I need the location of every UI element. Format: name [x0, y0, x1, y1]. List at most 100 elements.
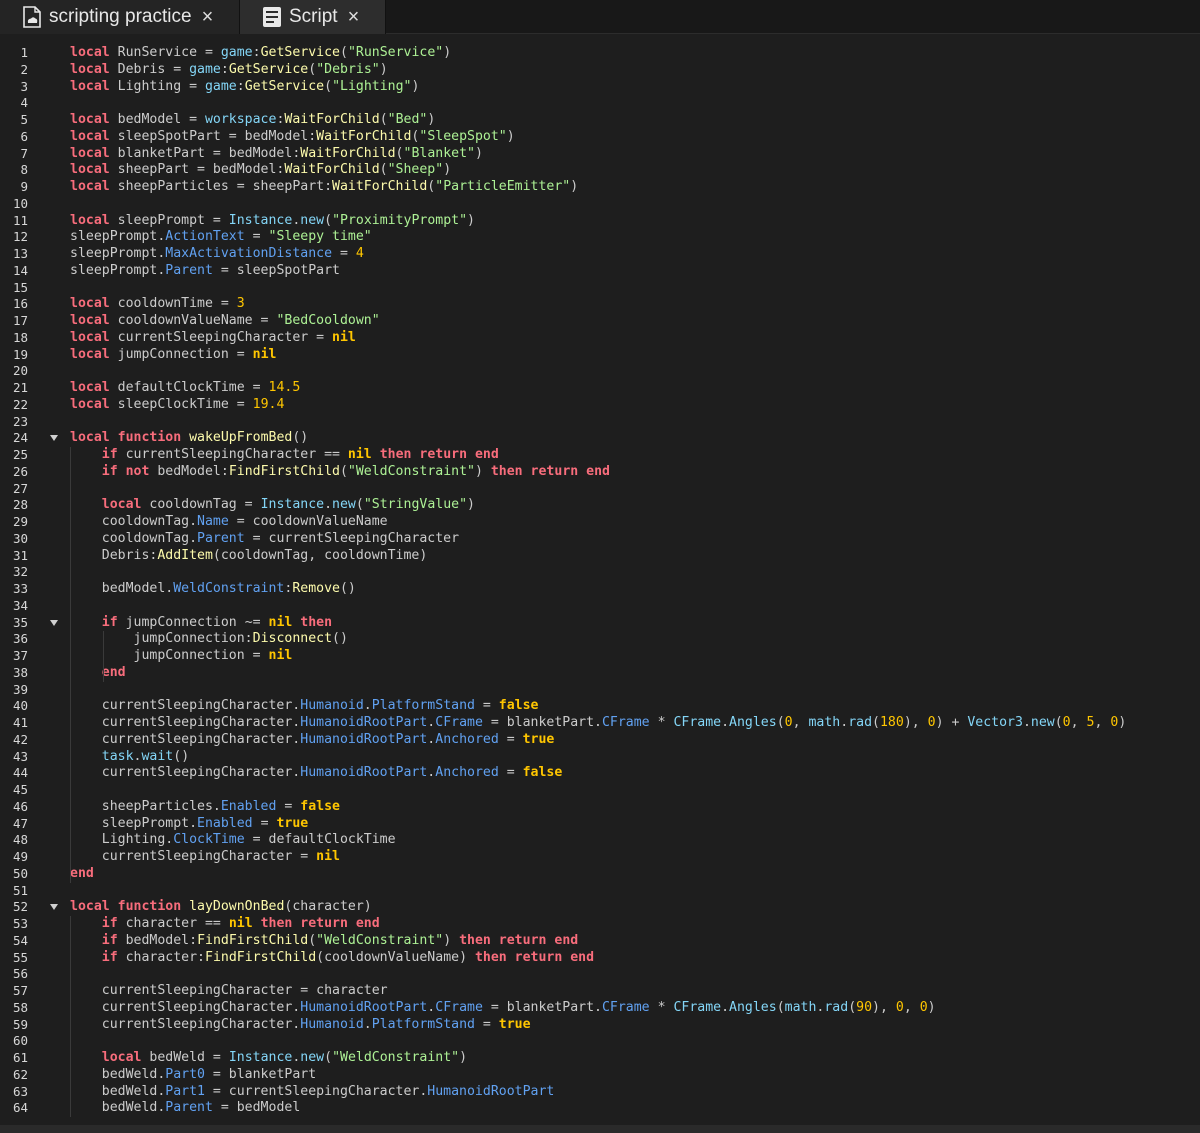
- line-number: 38: [12, 664, 28, 680]
- line-number: 12: [12, 229, 28, 245]
- code-token: local: [70, 380, 110, 395]
- code-line[interactable]: local cooldownValueName = "BedCooldown": [70, 313, 380, 330]
- code-token: math: [784, 999, 817, 1015]
- code-line[interactable]: currentSleepingCharacter.HumanoidRootPar…: [70, 765, 563, 782]
- code-line[interactable]: sleepPrompt.Parent = sleepSpotPart: [70, 263, 340, 280]
- code-line[interactable]: sheepParticles.Enabled = false: [70, 799, 340, 816]
- line-number: 59: [12, 1016, 28, 1032]
- line-number: 52: [12, 899, 28, 915]
- code-line[interactable]: local defaultClockTime = 14.5: [70, 380, 300, 397]
- fold-toggle-icon[interactable]: [50, 904, 58, 911]
- code-token: Instance: [260, 497, 325, 513]
- code-line[interactable]: local Lighting = game:GetService("Lighti…: [70, 79, 419, 96]
- code-line[interactable]: currentSleepingCharacter.HumanoidRootPar…: [70, 1000, 936, 1017]
- code-line[interactable]: local sheepPart = bedModel:WaitForChild(…: [70, 162, 451, 179]
- line-number: 30: [12, 530, 28, 546]
- code-line[interactable]: end: [70, 665, 126, 682]
- code-token: (: [324, 1050, 333, 1065]
- code-token: cooldownTime =: [109, 296, 237, 312]
- code-line[interactable]: Lighting.ClockTime = defaultClockTime: [70, 832, 396, 849]
- line-number: 8: [20, 162, 28, 178]
- code-line[interactable]: sleepPrompt.MaxActivationDistance = 4: [70, 246, 364, 263]
- code-token: ): [467, 497, 475, 513]
- fold-toggle-icon[interactable]: [50, 619, 58, 626]
- line-number: 10: [12, 195, 28, 211]
- code-token: wakeUpFromBed: [189, 430, 293, 446]
- code-line[interactable]: local cooldownTag = Instance.new("String…: [70, 497, 475, 514]
- close-icon[interactable]: ×: [202, 6, 214, 29]
- code-line[interactable]: local bedModel = workspace:WaitForChild(…: [70, 112, 435, 129]
- code-line[interactable]: currentSleepingCharacter.Humanoid.Platfo…: [70, 698, 539, 715]
- code-line[interactable]: cooldownTag.Parent = currentSleepingChar…: [70, 531, 459, 548]
- code-line[interactable]: local currentSleepingCharacter = nil: [70, 330, 356, 347]
- code-token: local: [70, 128, 110, 144]
- code-line[interactable]: sleepPrompt.Enabled = true: [70, 816, 308, 833]
- code-line[interactable]: end: [70, 866, 94, 883]
- fold-toggle-icon[interactable]: [50, 435, 58, 442]
- code-line[interactable]: local sleepSpotPart = bedModel:WaitForCh…: [70, 129, 515, 146]
- code-line[interactable]: jumpConnection:Disconnect(): [70, 631, 348, 648]
- code-line[interactable]: local bedWeld = Instance.new("WeldConstr…: [70, 1050, 467, 1067]
- code-line[interactable]: if not bedModel:FindFirstChild("WeldCons…: [70, 464, 610, 481]
- code-token: 3: [236, 296, 245, 312]
- line-number: 16: [12, 296, 28, 312]
- code-line[interactable]: local jumpConnection = nil: [70, 347, 276, 364]
- code-token: Parent: [165, 262, 213, 278]
- code-token: true: [498, 1016, 531, 1032]
- code-line[interactable]: if jumpConnection ~= nil then: [70, 615, 332, 632]
- code-line[interactable]: local sheepParticles = sheepPart:WaitFor…: [70, 179, 578, 196]
- code-line[interactable]: bedWeld.Parent = bedModel: [70, 1100, 301, 1117]
- code-token: =: [332, 246, 356, 261]
- indent-guide: [70, 447, 71, 883]
- code-line[interactable]: local sleepPrompt = Instance.new("Proxim…: [70, 213, 475, 230]
- code-line[interactable]: currentSleepingCharacter.HumanoidRootPar…: [70, 715, 1127, 732]
- code-token: ActionText: [165, 229, 245, 245]
- code-line[interactable]: if character:FindFirstChild(cooldownValu…: [70, 950, 594, 967]
- code-token: ) +: [935, 715, 968, 730]
- code-line[interactable]: local RunService = game:GetService("RunS…: [70, 45, 451, 62]
- code-line[interactable]: bedWeld.Part0 = blanketPart: [70, 1067, 316, 1084]
- code-token: = currentSleepingCharacter: [244, 530, 460, 546]
- code-line[interactable]: currentSleepingCharacter.HumanoidRootPar…: [70, 732, 555, 749]
- code-line[interactable]: if currentSleepingCharacter == nil then …: [70, 447, 499, 464]
- code-area[interactable]: local RunService = game:GetService("RunS…: [70, 36, 1200, 1133]
- code-line[interactable]: sleepPrompt.ActionText = "Sleepy time": [70, 229, 372, 246]
- tab-scripting-practice[interactable]: scripting practice ×: [0, 0, 240, 34]
- code-line[interactable]: bedWeld.Part1 = currentSleepingCharacter…: [70, 1084, 555, 1101]
- line-number: 41: [12, 715, 28, 730]
- line-number: 56: [12, 966, 28, 982]
- code-line[interactable]: local Debris = game:GetService("Debris"): [70, 62, 388, 79]
- code-token: cooldownTag.: [70, 514, 198, 529]
- code-token: GetService: [228, 61, 309, 77]
- code-line[interactable]: local function wakeUpFromBed(): [70, 430, 308, 447]
- code-line[interactable]: local cooldownTime = 3: [70, 296, 245, 313]
- code-token: "WeldConstraint": [347, 463, 475, 479]
- code-line[interactable]: task.wait(): [70, 749, 189, 766]
- code-line[interactable]: cooldownTag.Name = cooldownValueName: [70, 514, 388, 531]
- code-token: (: [355, 497, 364, 513]
- code-token: rad: [824, 999, 849, 1015]
- code-line[interactable]: if bedModel:FindFirstChild("WeldConstrai…: [70, 933, 578, 950]
- code-line[interactable]: bedModel.WeldConstraint:Remove(): [70, 581, 356, 598]
- horizontal-scrollbar[interactable]: [0, 1125, 1200, 1133]
- code-token: Anchored: [435, 765, 499, 781]
- code-token: sleepClockTime =: [109, 396, 253, 412]
- code-token: task: [101, 748, 134, 764]
- code-line[interactable]: local blanketPart = bedModel:WaitForChil…: [70, 146, 483, 163]
- script-editor[interactable]: 1 2 3 4 5 6 7 8 9 10 11 12 13 14 15 16 17 18 19 20 21 22 23 24 2…: [0, 36, 1200, 1133]
- code-line[interactable]: if character == nil then return end: [70, 916, 380, 933]
- code-line[interactable]: currentSleepingCharacter = nil: [70, 849, 340, 866]
- code-token: .: [1022, 715, 1031, 730]
- tab-script[interactable]: Script ×: [240, 0, 386, 34]
- code-line[interactable]: local sleepClockTime = 19.4: [70, 397, 284, 414]
- close-icon[interactable]: ×: [348, 6, 360, 29]
- code-token: then return end: [474, 949, 595, 965]
- code-line[interactable]: Debris:AddItem(cooldownTag, cooldownTime…: [70, 548, 428, 565]
- line-number: 11: [12, 212, 28, 228]
- code-line[interactable]: local function layDownOnBed(character): [70, 899, 372, 916]
- code-token: ): [459, 1050, 468, 1065]
- code-line[interactable]: currentSleepingCharacter = character: [70, 983, 388, 1000]
- code-line[interactable]: currentSleepingCharacter.Humanoid.Platfo…: [70, 1017, 531, 1034]
- code-token: nil: [347, 447, 372, 462]
